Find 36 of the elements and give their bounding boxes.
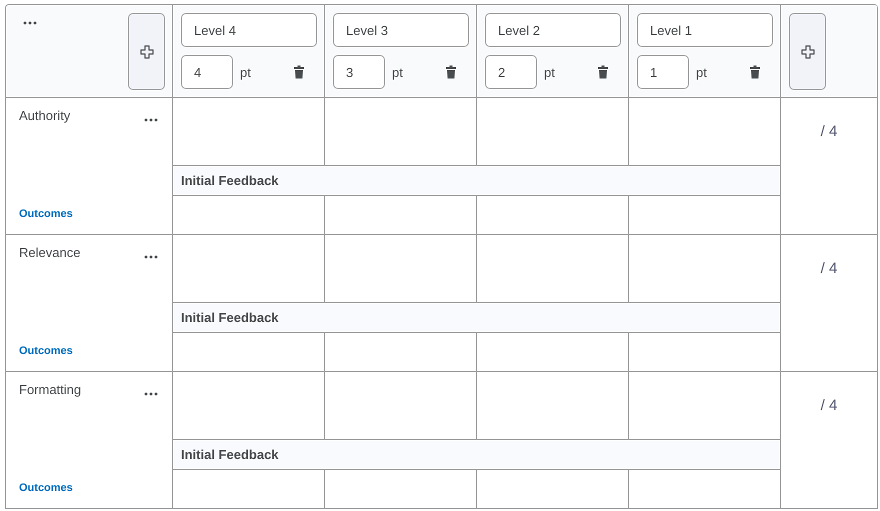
score-total: / 4 bbox=[820, 123, 838, 140]
trash-icon[interactable] bbox=[750, 65, 760, 79]
criterion-name: Relevance bbox=[19, 245, 80, 260]
points-field[interactable]: 3 bbox=[333, 55, 385, 89]
outcomes-link[interactable]: Outcomes bbox=[19, 345, 73, 357]
level-name-field[interactable]: Level 1 bbox=[637, 13, 773, 47]
plus-icon bbox=[800, 44, 814, 58]
more-options-icon[interactable] bbox=[144, 118, 158, 122]
criterion-name: Formatting bbox=[19, 382, 82, 397]
more-options-icon[interactable] bbox=[144, 255, 158, 259]
outcomes-link[interactable]: Outcomes bbox=[19, 482, 73, 494]
feedback-label: Initial Feedback bbox=[173, 303, 781, 333]
add-criterion-button[interactable] bbox=[128, 13, 165, 90]
plus-icon bbox=[140, 44, 154, 58]
score-total: / 4 bbox=[820, 260, 838, 277]
points-unit: pt bbox=[696, 64, 708, 80]
points-unit: pt bbox=[240, 64, 252, 80]
points-unit: pt bbox=[544, 64, 556, 80]
points-unit: pt bbox=[392, 64, 404, 80]
more-options-icon[interactable] bbox=[23, 21, 37, 25]
points-field[interactable]: 1 bbox=[637, 55, 689, 89]
more-options-icon[interactable] bbox=[144, 392, 158, 396]
points-field[interactable]: 2 bbox=[485, 55, 537, 89]
trash-icon[interactable] bbox=[446, 65, 456, 79]
trash-icon[interactable] bbox=[294, 65, 304, 79]
feedback-label: Initial Feedback bbox=[173, 440, 781, 470]
score-total: / 4 bbox=[820, 397, 838, 414]
trash-icon[interactable] bbox=[598, 65, 608, 79]
points-field[interactable]: 4 bbox=[181, 55, 233, 89]
criterion-name: Authority bbox=[19, 108, 70, 123]
outcomes-link[interactable]: Outcomes bbox=[19, 208, 73, 220]
level-name-field[interactable]: Level 3 bbox=[333, 13, 469, 47]
level-name-field[interactable]: Level 2 bbox=[485, 13, 621, 47]
level-name-field[interactable]: Level 4 bbox=[181, 13, 317, 47]
add-level-button[interactable] bbox=[789, 13, 826, 90]
feedback-label: Initial Feedback bbox=[173, 166, 781, 196]
